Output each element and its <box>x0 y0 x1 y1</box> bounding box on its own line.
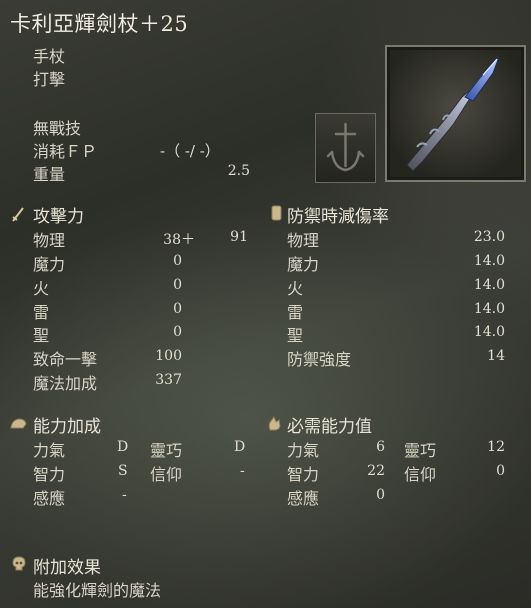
weapon-category: 手杖 <box>33 47 66 66</box>
req-value-str: 6 <box>376 439 385 455</box>
fp-cost-label: 消耗ＦＰ <box>33 142 98 161</box>
scaling-value-int: S <box>118 463 128 479</box>
attack-value-physical: 38＋ <box>163 232 195 248</box>
skull-icon <box>12 556 26 571</box>
guard-value-holy: 14.0 <box>473 324 505 340</box>
guard-label-holy: 聖 <box>287 326 304 345</box>
hand-icon <box>268 415 281 431</box>
scaling-label-dex: 靈巧 <box>150 441 183 460</box>
req-label-str: 力氣 <box>287 441 320 460</box>
guard-label-boost: 防禦強度 <box>287 350 352 369</box>
passive-header: 附加效果 <box>33 558 101 578</box>
guard-header: 防禦時減傷率 <box>287 207 389 227</box>
weight-label: 重量 <box>33 165 66 184</box>
guard-value-magic: 14.0 <box>473 253 505 269</box>
guard-label-magic: 魔力 <box>287 255 320 274</box>
req-label-fai: 信仰 <box>404 465 437 484</box>
weapon-image <box>385 45 526 182</box>
attack-value-magic: 0 <box>173 253 182 269</box>
attack-value-holy: 0 <box>173 324 182 340</box>
guard-value-physical: 23.0 <box>473 229 505 245</box>
scaling-header: 能力加成 <box>33 417 101 437</box>
fp-cost-value: -（ -/ -） <box>160 142 220 160</box>
guard-label-physical: 物理 <box>287 231 320 250</box>
attack-value-lightning: 0 <box>173 301 182 317</box>
affinity-crest-frame <box>315 113 376 183</box>
attack-label-magic: 魔力 <box>33 255 66 274</box>
req-value-int: 22 <box>367 463 385 479</box>
attack-label-lightning: 雷 <box>33 303 50 322</box>
req-value-arc: 0 <box>376 487 385 503</box>
req-label-arc: 感應 <box>287 489 320 508</box>
sword-icon <box>12 207 24 222</box>
attack-extra-physical: 91 <box>230 229 248 245</box>
scaling-label-fai: 信仰 <box>150 465 183 484</box>
attack-value-fire: 0 <box>173 277 182 293</box>
guard-label-lightning: 雷 <box>287 303 304 322</box>
guard-value-fire: 14.0 <box>473 277 505 293</box>
weight-value: 2.5 <box>227 163 250 179</box>
arm-icon <box>10 418 27 429</box>
attack-value-critical: 100 <box>155 348 182 364</box>
req-label-dex: 靈巧 <box>404 441 437 460</box>
scaling-value-dex: D <box>234 439 246 455</box>
scaling-value-fai: - <box>240 463 245 479</box>
requirements-header: 必需能力值 <box>287 417 372 437</box>
req-label-int: 智力 <box>287 465 320 484</box>
scaling-value-str: D <box>117 439 129 455</box>
scaling-label-arc: 感應 <box>33 489 66 508</box>
guard-label-fire: 火 <box>287 279 304 298</box>
weapon-attack-type: 打擊 <box>33 70 66 89</box>
attack-label-physical: 物理 <box>33 231 66 250</box>
req-value-fai: 0 <box>496 463 505 479</box>
anchor-crest-icon <box>326 122 365 172</box>
attack-label-holy: 聖 <box>33 326 50 345</box>
weapon-skill: 無戰技 <box>33 119 82 138</box>
scaling-label-int: 智力 <box>33 465 66 484</box>
attack-value-sorcery: 337 <box>155 372 182 388</box>
shield-icon <box>271 205 282 221</box>
weapon-name: 卡利亞輝劍杖＋25 <box>10 12 189 36</box>
scaling-value-arc: - <box>122 487 127 503</box>
guard-value-boost: 14 <box>487 348 505 364</box>
attack-label-critical: 致命一擊 <box>33 350 98 369</box>
glintblade-staff-icon <box>406 56 500 172</box>
req-value-dex: 12 <box>487 439 505 455</box>
passive-effect-text: 能強化輝劍的魔法 <box>33 581 162 600</box>
attack-header: 攻擊力 <box>33 207 84 227</box>
attack-label-fire: 火 <box>33 279 50 298</box>
attack-label-sorcery: 魔法加成 <box>33 374 98 393</box>
equipment-screen: { "weapon": { "name": "卡利亞輝劍杖＋25", "cate… <box>0 0 531 608</box>
scaling-label-str: 力氣 <box>33 441 66 460</box>
guard-value-lightning: 14.0 <box>473 301 505 317</box>
